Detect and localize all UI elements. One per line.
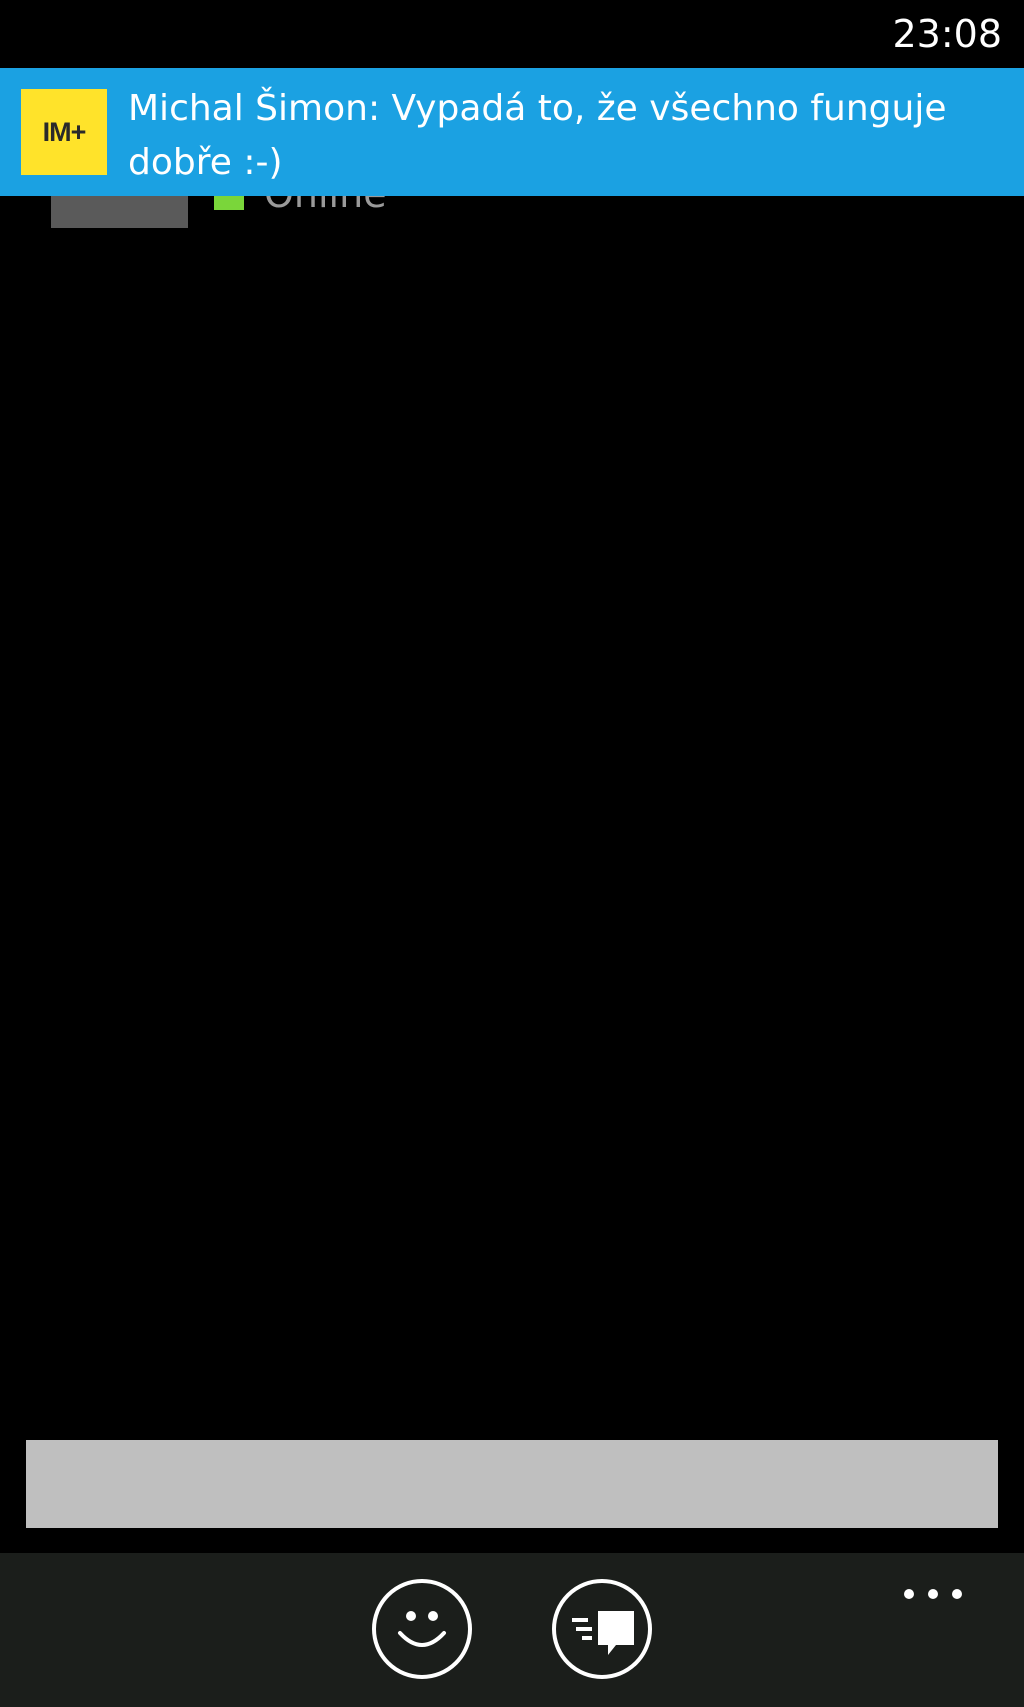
send-message-button[interactable] <box>552 1579 652 1679</box>
toast-notification[interactable]: IM+ Michal Šimon: Vypadá to, že všechno … <box>0 68 1024 196</box>
ellipsis-dot <box>928 1589 938 1599</box>
app-bar <box>0 1553 1024 1707</box>
im-plus-app-icon: IM+ <box>21 89 107 175</box>
chat-screen: 23:08 Online IM+ Michal Šimon: Vypadá to… <box>0 0 1024 1707</box>
ellipsis-dot <box>952 1589 962 1599</box>
status-bar: 23:08 <box>0 0 1024 68</box>
status-time: 23:08 <box>892 12 1002 56</box>
emoticon-button[interactable] <box>372 1579 472 1679</box>
more-ellipsis-icon[interactable] <box>904 1579 974 1609</box>
emoticon-icon <box>398 1611 446 1647</box>
ellipsis-dot <box>904 1589 914 1599</box>
app-logo-text: IM+ <box>42 116 87 147</box>
send-message-icon <box>572 1611 634 1655</box>
message-input[interactable] <box>26 1440 998 1528</box>
toast-message: Michal Šimon: Vypadá to, že všechno fung… <box>128 88 947 183</box>
